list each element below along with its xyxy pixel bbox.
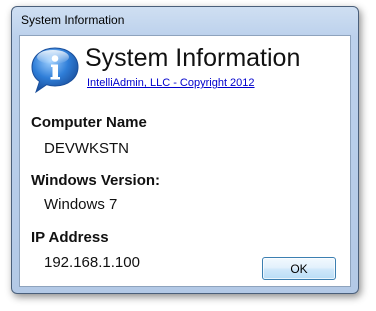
computer-name-label: Computer Name xyxy=(31,114,147,131)
window-title: System Information xyxy=(21,13,125,27)
ok-button[interactable]: OK xyxy=(262,257,336,280)
copyright-link[interactable]: IntelliAdmin, LLC - Copyright 2012 xyxy=(87,77,255,89)
ip-address-value: 192.168.1.100 xyxy=(44,254,140,271)
ip-address-label: IP Address xyxy=(31,229,109,246)
windows-version-label: Windows Version: xyxy=(31,172,161,189)
windows-version-value: Windows 7 xyxy=(44,196,118,213)
computer-name-value: DEVWKSTN xyxy=(44,140,130,157)
dialog-window: System Information System Information In… xyxy=(11,6,359,294)
app-title: System Information xyxy=(85,44,301,72)
dialog-content: System Information IntelliAdmin, LLC - C… xyxy=(19,35,351,287)
info-bubble-icon xyxy=(30,46,80,94)
title-bar[interactable]: System Information xyxy=(12,7,358,35)
